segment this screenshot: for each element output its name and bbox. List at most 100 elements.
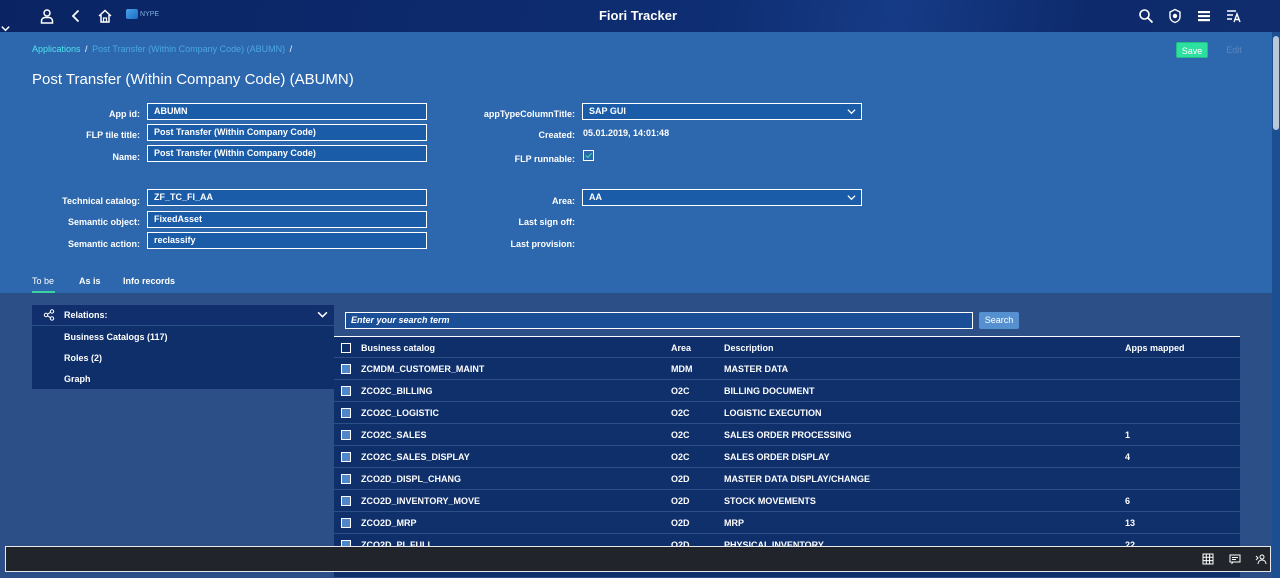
- cell-apps-mapped: 13: [1125, 518, 1136, 528]
- row-select-checkbox[interactable]: [341, 386, 351, 396]
- breadcrumb-current-link[interactable]: Post Transfer (Within Company Code) (ABU…: [92, 44, 285, 54]
- search-input[interactable]: Enter your search term: [345, 312, 973, 329]
- table-header-row: Business catalog Area Description Apps m…: [334, 336, 1240, 358]
- table-row[interactable]: ZCO2D_MRP O2D MRP 13: [334, 512, 1240, 534]
- breadcrumb-applications-link[interactable]: Applications: [32, 44, 81, 54]
- edit-button[interactable]: Edit: [1222, 43, 1246, 57]
- row-select-checkbox[interactable]: [341, 364, 351, 374]
- cell-description: BILLING DOCUMENT: [724, 386, 815, 396]
- row-select-checkbox[interactable]: [341, 430, 351, 440]
- flp-title-field[interactable]: Post Transfer (Within Company Code): [147, 124, 427, 141]
- list-icon[interactable]: [1196, 8, 1212, 24]
- row-select-checkbox[interactable]: [341, 518, 351, 528]
- created-label: Created:: [538, 130, 575, 140]
- column-header-business-catalog[interactable]: Business catalog: [361, 343, 435, 353]
- relations-panel: Relations: Business Catalogs (117) Roles…: [32, 305, 334, 389]
- tab-info-records[interactable]: Info records: [123, 276, 175, 286]
- app-id-field[interactable]: ABUMN: [147, 103, 427, 120]
- last-sign-off-label: Last sign off:: [518, 217, 576, 227]
- relations-title: Relations:: [64, 310, 108, 320]
- cell-catalog: ZCO2D_INVENTORY_MOVE: [361, 496, 481, 506]
- breadcrumb: Applications / Post Transfer (Within Com…: [32, 44, 294, 54]
- save-button[interactable]: Save: [1176, 42, 1208, 58]
- semantic-action-label: Semantic action:: [67, 239, 140, 249]
- active-tab-indicator: [32, 291, 55, 293]
- app-type-select[interactable]: SAP GUI: [582, 103, 862, 120]
- checkmark-icon: [585, 152, 593, 159]
- page-title: Post Transfer (Within Company Code) (ABU…: [32, 71, 354, 88]
- cell-apps-mapped: 1: [1125, 430, 1131, 440]
- app-title-menu[interactable]: Fiori Tracker: [0, 8, 1280, 34]
- cell-description: SALES ORDER DISPLAY: [724, 452, 830, 462]
- scrollbar-thumb[interactable]: [1273, 36, 1279, 130]
- name-field[interactable]: Post Transfer (Within Company Code): [147, 145, 427, 162]
- created-value: 05.01.2019, 14:01:48: [583, 128, 670, 138]
- cell-area: MDM: [671, 364, 693, 374]
- app-type-label: appTypeColumnTitle:: [483, 109, 575, 119]
- technical-catalog-field[interactable]: ZF_TC_FI_AA: [147, 189, 427, 206]
- cell-catalog: ZCMDM_CUSTOMER_MAINT: [361, 364, 485, 374]
- cell-area: O2D: [671, 496, 690, 506]
- cell-catalog: ZCO2C_SALES_DISPLAY: [361, 452, 470, 462]
- layout-icon[interactable]: [1225, 8, 1241, 24]
- column-header-apps-mapped[interactable]: Apps mapped: [1125, 343, 1185, 353]
- cell-area: O2D: [671, 518, 690, 528]
- table-row[interactable]: ZCO2C_SALES_DISPLAY O2C SALES ORDER DISPLA…: [334, 446, 1240, 468]
- relations-item-business-catalogs[interactable]: Business Catalogs (117): [64, 332, 168, 342]
- table-row[interactable]: ZCMDM_CUSTOMER_MAINT MDM MASTER DATA: [334, 358, 1240, 380]
- row-select-checkbox[interactable]: [341, 408, 351, 418]
- technical-catalog-label: Technical catalog:: [62, 196, 140, 206]
- flp-runnable-label: FLP runnable:: [514, 154, 575, 164]
- row-select-checkbox[interactable]: [341, 452, 351, 462]
- area-label: Area:: [551, 196, 575, 206]
- cell-apps-mapped: 6: [1125, 496, 1131, 506]
- column-header-description[interactable]: Description: [724, 343, 774, 353]
- cell-catalog: ZCO2D_DISPL_CHANG: [361, 474, 462, 484]
- row-select-checkbox[interactable]: [341, 474, 351, 484]
- cell-area: O2C: [671, 386, 690, 396]
- cell-description: MASTER DATA DISPLAY/CHANGE: [724, 474, 871, 484]
- cell-catalog: ZCO2D_MRP: [361, 518, 417, 528]
- cell-description: STOCK MOVEMENTS: [724, 496, 816, 506]
- user-settings-icon[interactable]: [1255, 553, 1267, 565]
- table-row[interactable]: ZCO2D_INVENTORY_MOVE O2D STOCK MOVEMENTS 6: [334, 490, 1240, 512]
- chevron-down-icon[interactable]: [317, 309, 328, 320]
- table-row[interactable]: ZCO2D_DISPL_CHANG O2D MASTER DATA DISPLAY/…: [334, 468, 1240, 490]
- semantic-object-field[interactable]: FixedAsset: [147, 211, 427, 228]
- breadcrumb-separator: /: [289, 44, 293, 54]
- column-header-area[interactable]: Area: [671, 343, 691, 353]
- relations-header[interactable]: Relations:: [32, 305, 334, 326]
- relations-item-roles[interactable]: Roles (2): [64, 353, 102, 363]
- select-all-checkbox[interactable]: [341, 343, 351, 353]
- tab-to-be[interactable]: To be: [32, 276, 54, 286]
- flp-runnable-checkbox[interactable]: [583, 150, 594, 161]
- tab-as-is[interactable]: As is: [79, 276, 101, 286]
- chevron-down-icon: [847, 195, 856, 201]
- cell-catalog: ZCO2C_LOGISTIC: [361, 408, 440, 418]
- app-id-label: App id:: [109, 109, 140, 119]
- search-button[interactable]: Search: [979, 312, 1019, 329]
- grid-icon[interactable]: [1202, 553, 1214, 565]
- message-icon[interactable]: [1229, 553, 1241, 565]
- search-icon[interactable]: [1138, 8, 1154, 24]
- cell-description: MASTER DATA: [724, 364, 789, 374]
- area-select[interactable]: AA: [582, 189, 862, 206]
- semantic-object-label: Semantic object:: [67, 217, 140, 227]
- row-select-checkbox[interactable]: [341, 496, 351, 506]
- shell-bar: NYPE Fiori Tracker: [0, 0, 1280, 32]
- badge-icon[interactable]: [1167, 8, 1183, 24]
- last-provision-label: Last provision:: [510, 239, 575, 249]
- app-title: Fiori Tracker: [598, 8, 678, 23]
- flp-title-label: FLP tile title:: [86, 130, 140, 140]
- cell-description: LOGISTIC EXECUTION: [724, 408, 822, 418]
- table-row[interactable]: ZCO2C_BILLING O2C BILLING DOCUMENT: [334, 380, 1240, 402]
- semantic-action-field[interactable]: reclassify: [147, 232, 427, 249]
- cell-description: MRP: [724, 518, 744, 528]
- share-icon: [43, 309, 55, 321]
- cell-area: O2C: [671, 452, 690, 462]
- cell-area: O2C: [671, 408, 690, 418]
- table-row[interactable]: ZCO2C_LOGISTIC O2C LOGISTIC EXECUTION: [334, 402, 1240, 424]
- name-label: Name:: [112, 152, 140, 162]
- table-row[interactable]: ZCO2C_SALES O2C SALES ORDER PROCESSING 1: [334, 424, 1240, 446]
- relations-item-graph[interactable]: Graph: [64, 374, 91, 384]
